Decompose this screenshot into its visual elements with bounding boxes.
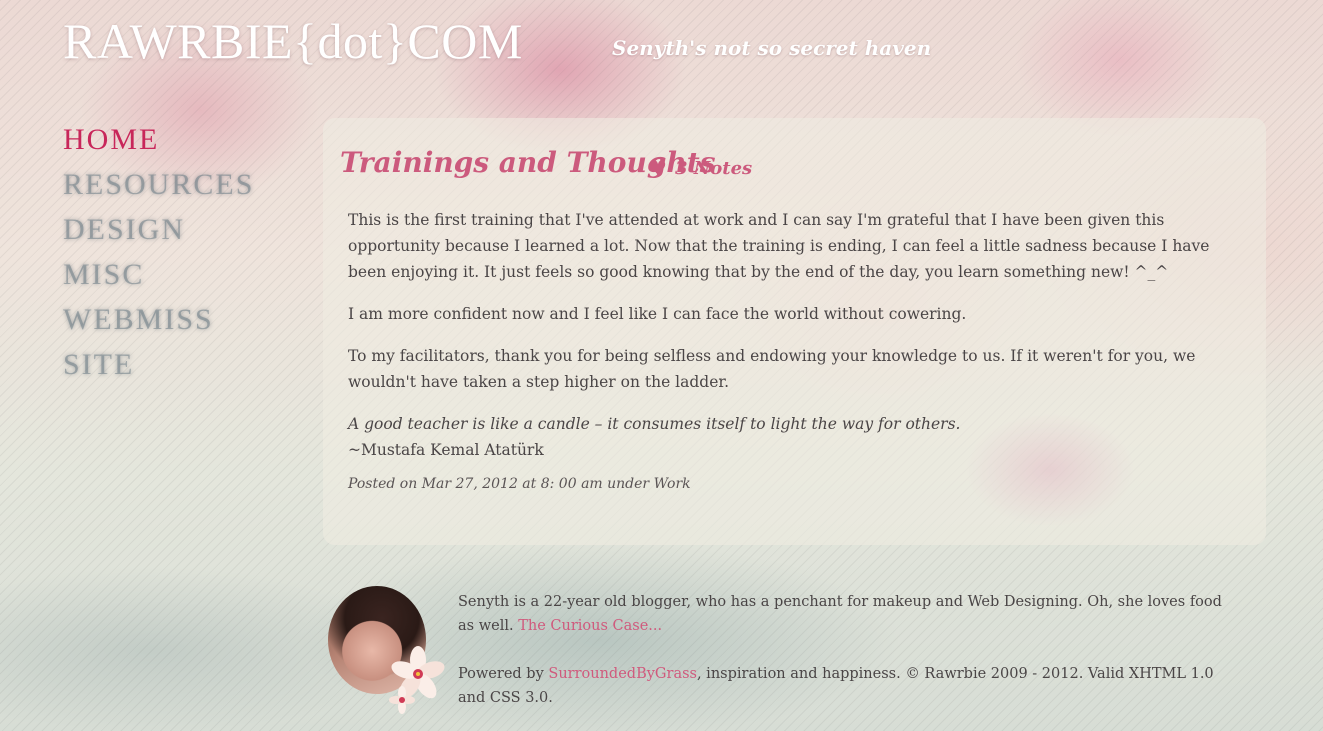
post-meta: Posted on Mar 27, 2012 at 8: 00 am under… (348, 476, 691, 492)
post-category-link[interactable]: Work (654, 476, 691, 492)
author-bio: Senyth is a 22-year old blogger, who has… (458, 590, 1228, 638)
nav-item-resources[interactable]: RESOURCES (63, 167, 254, 212)
post-notes-link[interactable]: 3 Notes (675, 158, 752, 179)
post-date-link[interactable]: Mar 27, 2012 at 8: 00 am (422, 476, 603, 492)
footer: Senyth is a 22-year old blogger, who has… (458, 590, 1228, 710)
blog-post: Trainings and Thoughts ♥ 3 Notes This is… (323, 118, 1266, 545)
main-nav: HOME RESOURCES DESIGN MISC WEBMISS SITE (63, 122, 254, 392)
post-quote: A good teacher is like a candle – it con… (348, 415, 961, 433)
nav-item-site[interactable]: SITE (63, 347, 254, 392)
post-paragraph: This is the first training that I've att… (348, 211, 1210, 281)
nav-item-misc[interactable]: MISC (63, 257, 254, 302)
powered-prefix: Powered by (458, 666, 549, 682)
powered-by: Powered by SurroundedByGrass, inspiratio… (458, 662, 1228, 710)
post-body: This is the first training that I've att… (348, 207, 1233, 463)
powered-by-link[interactable]: SurroundedByGrass (548, 666, 697, 682)
nav-item-home[interactable]: HOME (63, 122, 254, 167)
post-quote-attribution: ~Mustafa Kemal Atatürk (348, 441, 544, 459)
site-tagline: Senyth's not so secret haven (612, 36, 932, 60)
flower-icon (389, 646, 445, 714)
post-paragraph: To my facilitators, thank you for being … (348, 347, 1196, 391)
site-title[interactable]: RAWRBIE{dot}COM (63, 12, 523, 70)
post-meta-under: under (602, 476, 654, 492)
heart-icon: ♥ (649, 156, 667, 180)
post-meta-prefix: Posted on (348, 476, 422, 492)
nav-item-design[interactable]: DESIGN (63, 212, 254, 257)
nav-item-webmiss[interactable]: WEBMISS (63, 302, 254, 347)
bio-link[interactable]: The Curious Case... (518, 618, 662, 634)
post-paragraph: I am more confident now and I feel like … (348, 305, 967, 323)
